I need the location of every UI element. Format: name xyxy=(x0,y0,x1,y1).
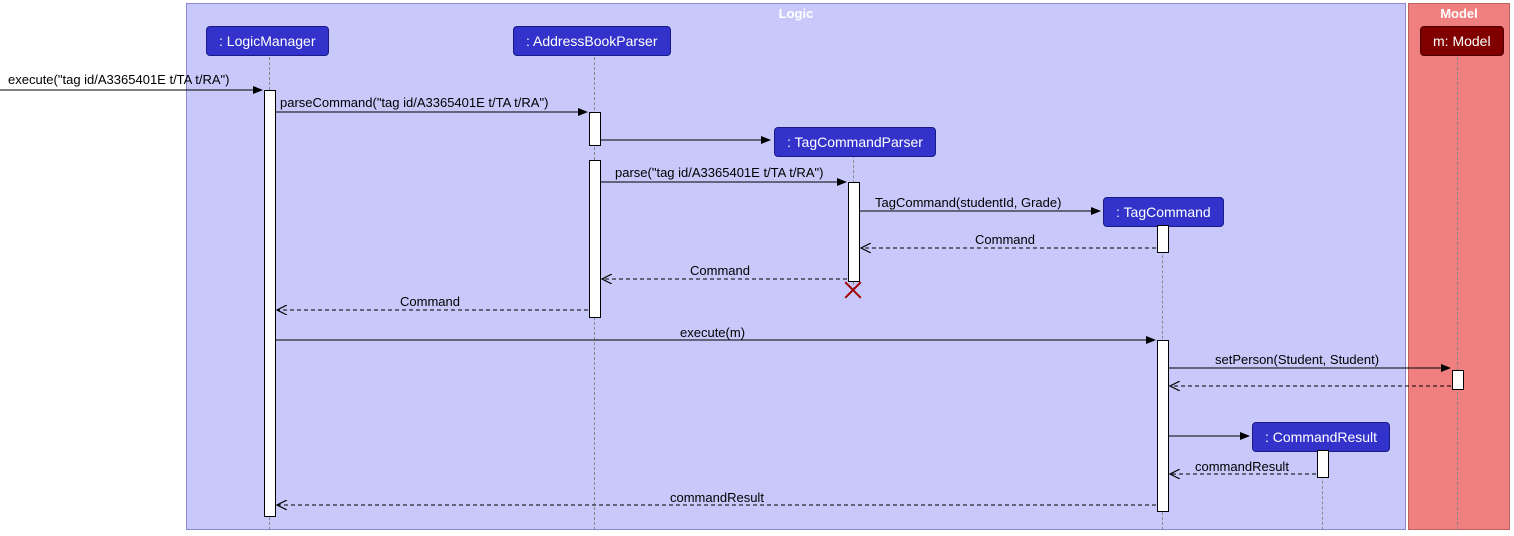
activation-logicmanager xyxy=(264,90,276,517)
model-box-title: Model xyxy=(1440,6,1478,21)
participant-tagcommandparser: : TagCommandParser xyxy=(774,127,936,157)
participant-commandresult: : CommandResult xyxy=(1252,422,1390,452)
lifeline-model xyxy=(1457,52,1458,530)
activation-addressbookparser-2 xyxy=(589,160,601,318)
msg-return-command-3: Command xyxy=(400,294,460,309)
msg-setperson: setPerson(Student, Student) xyxy=(1215,352,1379,367)
msg-parsecommand: parseCommand("tag id/A3365401E t/TA t/RA… xyxy=(280,95,548,110)
msg-return-commandresult-2: commandResult xyxy=(670,490,764,505)
msg-execute: execute("tag id/A3365401E t/TA t/RA") xyxy=(8,72,229,87)
participant-tagcommand: : TagCommand xyxy=(1103,197,1224,227)
msg-return-command-1: Command xyxy=(975,232,1035,247)
participant-model: m: Model xyxy=(1420,26,1504,56)
msg-tagcommand-create: TagCommand(studentId, Grade) xyxy=(875,195,1061,210)
logic-box-title: Logic xyxy=(779,6,814,21)
model-box: Model xyxy=(1408,3,1510,530)
msg-execute-m: execute(m) xyxy=(680,325,745,340)
msg-return-commandresult-1: commandResult xyxy=(1195,459,1289,474)
msg-parse: parse("tag id/A3365401E t/TA t/RA") xyxy=(615,165,823,180)
activation-tagcommand-2 xyxy=(1157,340,1169,512)
activation-tagcommand-1 xyxy=(1157,225,1169,253)
activation-tagcommandparser xyxy=(848,182,860,282)
logic-box: Logic xyxy=(186,3,1406,530)
participant-logicmanager: : LogicManager xyxy=(206,26,329,56)
activation-commandresult xyxy=(1317,450,1329,478)
activation-addressbookparser-1 xyxy=(589,112,601,146)
participant-addressbookparser: : AddressBookParser xyxy=(513,26,671,56)
destroy-icon xyxy=(843,280,863,300)
msg-return-command-2: Command xyxy=(690,263,750,278)
activation-model xyxy=(1452,370,1464,390)
